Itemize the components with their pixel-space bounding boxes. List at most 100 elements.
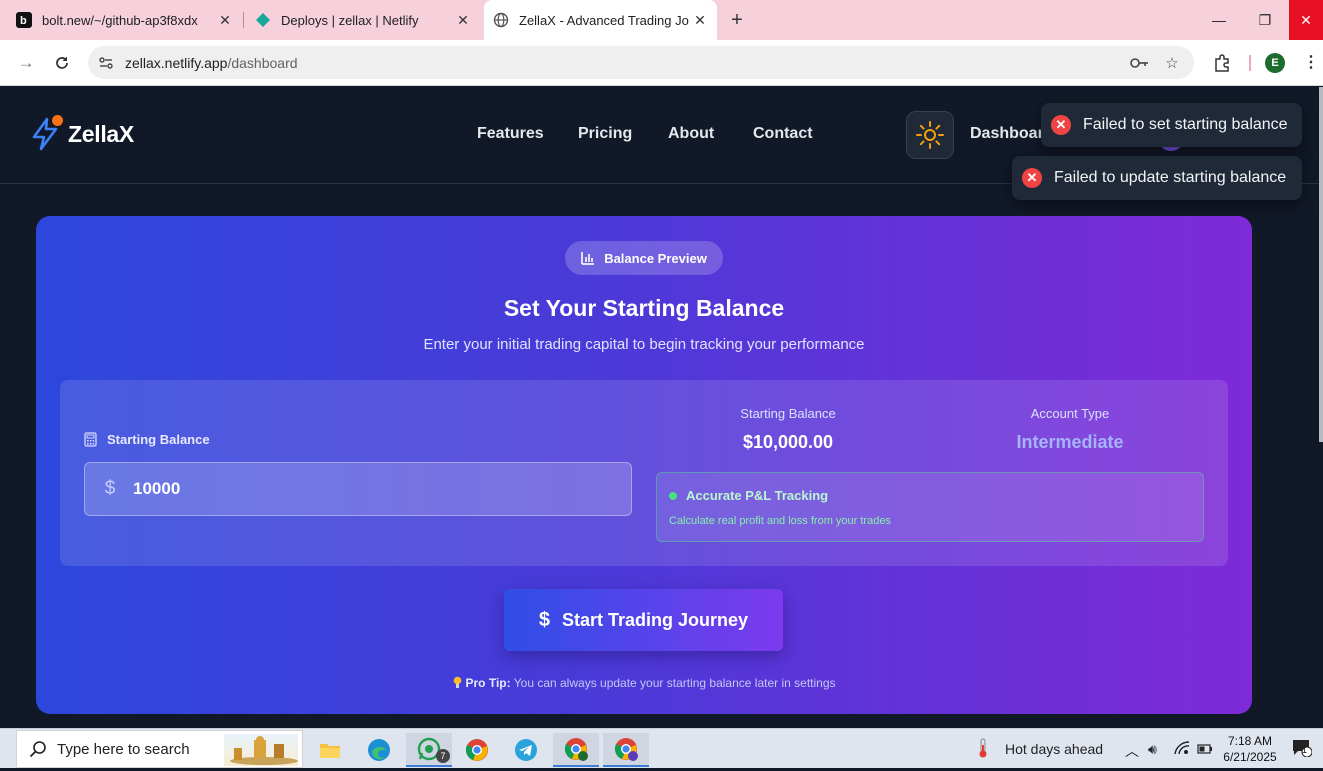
calculator-icon [84, 432, 97, 447]
close-tab-icon[interactable]: ✕ [454, 11, 472, 29]
web-page: ZellaX Features Pricing About Contact Da… [0, 87, 1323, 728]
telegram-icon[interactable] [506, 733, 546, 767]
nav-contact[interactable]: Contact [753, 125, 813, 143]
chrome-icon[interactable] [457, 733, 497, 767]
search-placeholder: Type here to search [57, 740, 190, 758]
close-tab-icon[interactable]: ✕ [691, 11, 709, 29]
bookmark-star-icon[interactable]: ☆ [1162, 54, 1182, 72]
page-subtitle: Enter your initial trading capital to be… [423, 336, 865, 353]
chrome-profile-m-icon[interactable] [603, 733, 649, 767]
reload-icon[interactable] [49, 50, 75, 76]
nav-features[interactable]: Features [477, 125, 544, 143]
taskbar-search[interactable]: Type here to search [16, 730, 303, 768]
chrome-profile-e-icon[interactable] [553, 733, 599, 767]
forward-icon[interactable]: → [13, 50, 39, 76]
system-clock[interactable]: 7:18 AM 6/21/2025 [1222, 733, 1278, 765]
feature-title-text: Accurate P&L Tracking [686, 488, 829, 503]
notification-count: 1 [1302, 745, 1308, 755]
url-host: zellax.netlify.app [125, 54, 228, 71]
field-label-text: Starting Balance [107, 432, 210, 447]
weather-text[interactable]: Hot days ahead [1005, 741, 1103, 757]
toolbar-divider [1249, 55, 1251, 71]
brand-name: ZellaX [68, 120, 134, 147]
tab-bolt[interactable]: b bolt.new/~/github-ap3f8xdx ✕ [0, 0, 242, 40]
nav-about[interactable]: About [668, 125, 714, 143]
pnl-feature-box: Accurate P&L Tracking Calculate real pro… [656, 472, 1204, 542]
url-text: zellax.netlify.app/dashboard [125, 55, 298, 71]
error-toast: ✕ Failed to set starting balance [1041, 103, 1302, 147]
toast-message: Failed to update starting balance [1054, 169, 1287, 186]
bar-chart-icon [581, 251, 595, 265]
tab-title: bolt.new/~/github-ap3f8xdx [42, 12, 198, 28]
page-title: Set Your Starting Balance [503, 295, 785, 321]
lightning-logo-icon [30, 115, 63, 151]
notification-center-icon[interactable]: 1 [1292, 739, 1313, 760]
clock-date: 6/21/2025 [1223, 750, 1277, 764]
starting-balance-card: Balance Preview Set Your Starting Balanc… [36, 216, 1252, 714]
pro-tip: Pro Tip: You can always update your star… [36, 676, 1252, 692]
search-highlight-image [224, 734, 298, 766]
new-tab-button[interactable]: + [726, 9, 748, 31]
brand-logo[interactable]: ZellaX [30, 115, 134, 151]
tab-title: Deploys | zellax | Netlify [281, 12, 419, 28]
clock-time: 7:18 AM [1227, 734, 1273, 748]
sun-icon [915, 120, 945, 150]
balance-preview-badge: Balance Preview [565, 241, 723, 275]
error-toast: ✕ Failed to update starting balance [1012, 156, 1302, 200]
theme-toggle-button[interactable] [906, 111, 954, 159]
error-icon: ✕ [1022, 168, 1042, 188]
tip-label: Pro Tip: [465, 676, 511, 690]
feature-description: Calculate real profit and loss from your… [669, 515, 891, 527]
extensions-icon[interactable] [1209, 50, 1235, 76]
network-icon[interactable] [1174, 741, 1190, 758]
battery-icon[interactable] [1197, 741, 1213, 757]
chevron-up-icon[interactable]: ︿ [1125, 741, 1139, 761]
windows-taskbar: Type here to search 7 Hot days ahead ︿ 🔊… [0, 728, 1323, 768]
search-icon [29, 740, 47, 758]
whatsapp-icon[interactable]: 7 [406, 733, 452, 767]
profile-avatar[interactable]: E [1265, 53, 1285, 73]
browser-tab-bar: b bolt.new/~/github-ap3f8xdx ✕ Deploys |… [0, 0, 1323, 40]
error-icon: ✕ [1051, 115, 1071, 135]
address-bar: → zellax.netlify.app/dashboard ☆ E ⋮ [0, 40, 1323, 86]
logo-dot [52, 115, 63, 126]
restore-icon[interactable]: ❐ [1242, 0, 1288, 40]
tab-zellax[interactable]: ZellaX - Advanced Trading Journ ✕ [484, 0, 717, 40]
password-key-icon[interactable] [1130, 54, 1150, 72]
starting-balance-field[interactable]: $ [84, 462, 632, 516]
stat-value: Intermediate [1016, 432, 1124, 452]
page-scrollbar[interactable] [1319, 87, 1323, 442]
status-dot-icon [669, 491, 677, 500]
stat-account-type: Account Type Intermediate [970, 406, 1170, 453]
stat-value: $10,000.00 [742, 432, 834, 452]
close-tab-icon[interactable]: ✕ [216, 11, 234, 29]
start-trading-button[interactable]: $ Start Trading Journey [504, 589, 783, 651]
site-settings-icon[interactable] [98, 55, 114, 76]
nav-pricing[interactable]: Pricing [578, 125, 632, 143]
dollar-icon: $ [104, 478, 116, 499]
svg-text:b: b [20, 15, 27, 27]
stat-starting-balance: Starting Balance $10,000.00 [688, 406, 888, 453]
browser-menu-icon[interactable]: ⋮ [1303, 52, 1319, 72]
url-field[interactable]: zellax.netlify.app/dashboard ☆ [88, 46, 1194, 79]
speaker-icon[interactable]: 🔊︎ [1148, 741, 1157, 758]
globe-icon [493, 12, 509, 28]
thermometer-icon[interactable] [976, 738, 990, 761]
url-path: /dashboard [227, 54, 298, 71]
file-explorer-icon[interactable] [310, 733, 350, 767]
tab-netlify[interactable]: Deploys | zellax | Netlify ✕ [244, 0, 480, 40]
tip-text: You can always update your starting bala… [510, 676, 836, 690]
tab-title: ZellaX - Advanced Trading Journ [519, 12, 689, 28]
dollar-icon: $ [538, 608, 551, 631]
stat-label: Account Type [1030, 406, 1110, 421]
badge-label: Balance Preview [604, 250, 707, 266]
lightbulb-icon [453, 676, 462, 692]
edge-icon[interactable] [359, 733, 399, 767]
cta-label: Start Trading Journey [562, 609, 749, 630]
balance-form-panel: Starting Balance $ Starting Balance $10,… [60, 380, 1228, 566]
starting-balance-input[interactable] [133, 479, 553, 499]
notification-badge: 7 [436, 749, 450, 763]
minimize-icon[interactable]: — [1196, 0, 1242, 40]
window-close-icon[interactable]: ✕ [1289, 0, 1323, 40]
toast-message: Failed to set starting balance [1083, 116, 1288, 133]
